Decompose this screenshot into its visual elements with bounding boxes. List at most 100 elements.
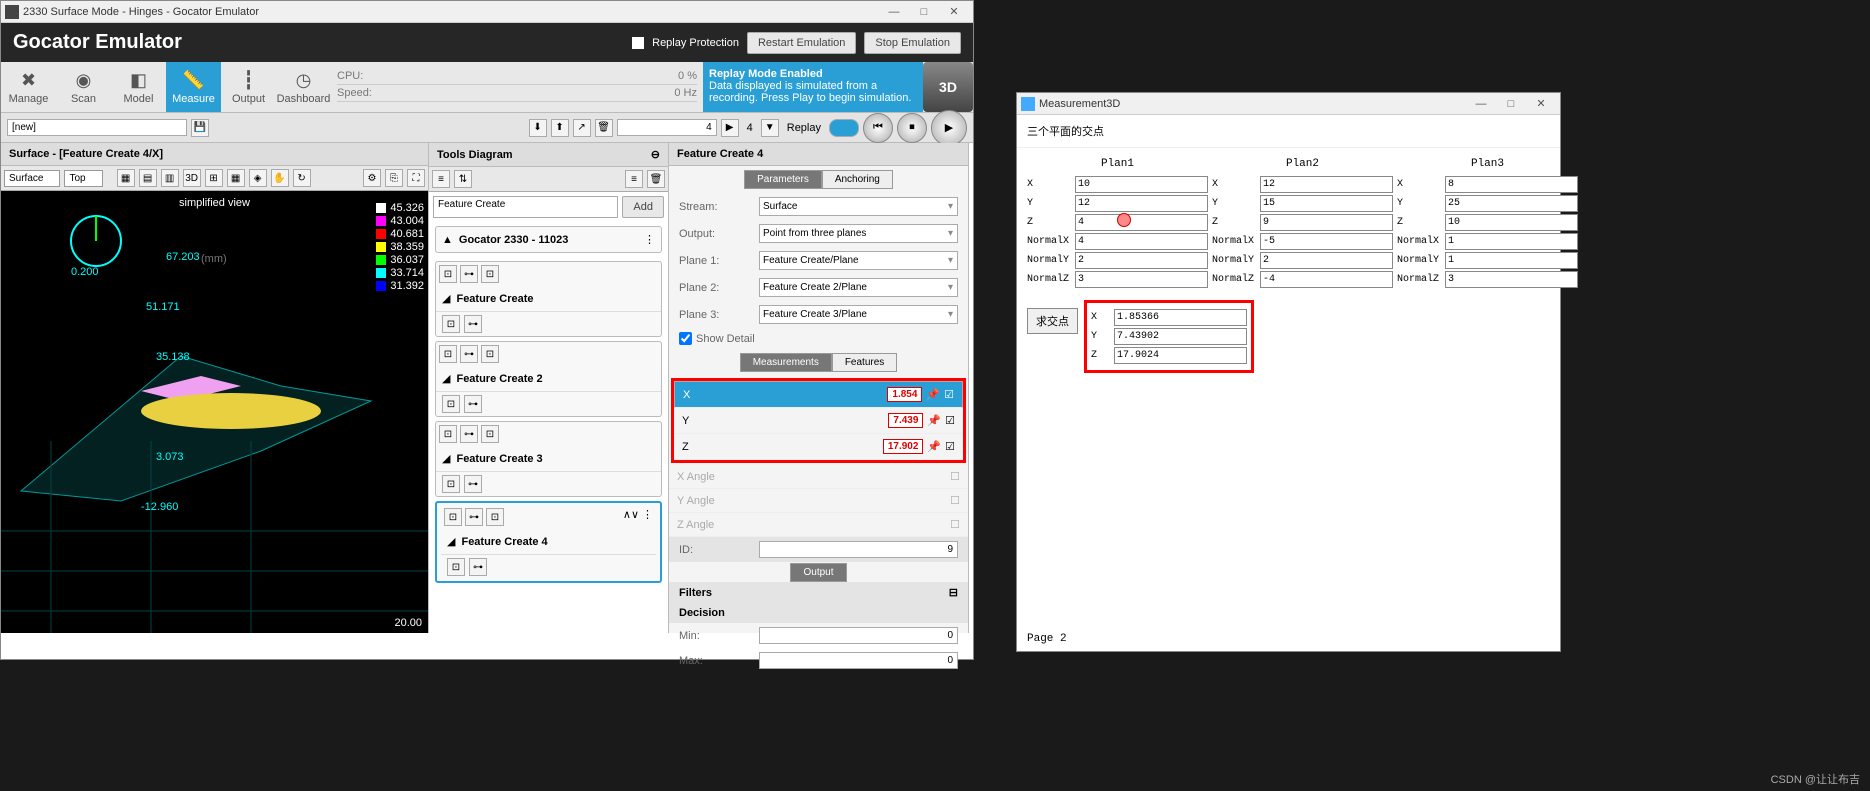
plan-input[interactable] (1445, 214, 1578, 231)
plane2-select[interactable]: Feature Create 2/Plane (759, 278, 958, 297)
calculate-button[interactable]: 求交点 (1027, 308, 1078, 334)
job-selector[interactable]: [new] (7, 119, 187, 136)
stop-emulation-button[interactable]: Stop Emulation (864, 32, 961, 54)
hand-icon[interactable]: ✋ (271, 169, 289, 187)
menu-icon[interactable]: ⋮ (644, 233, 655, 246)
measurement-y[interactable]: Y7.439📌☑ (674, 408, 963, 434)
list-icon[interactable]: ≡ (432, 170, 450, 188)
output-select[interactable]: Point from three planes (759, 224, 958, 243)
link-icon[interactable]: ⊶ (460, 265, 478, 283)
tab-model[interactable]: ◧Model (111, 62, 166, 112)
minimize-icon[interactable]: — (1466, 94, 1496, 114)
show-detail-checkbox[interactable] (679, 332, 692, 345)
play-button[interactable]: ▶ (931, 110, 967, 146)
maximize-icon[interactable]: □ (909, 2, 939, 22)
measurement-yangle[interactable]: Y Angle☐ (669, 489, 968, 513)
view-icon[interactable]: ▥ (161, 169, 179, 187)
close-icon[interactable]: ✕ (1526, 94, 1556, 114)
sub-icon[interactable]: ⊶ (464, 395, 482, 413)
view-icon[interactable]: ▤ (139, 169, 157, 187)
sub-icon[interactable]: ⊡ (442, 315, 460, 333)
in-icon[interactable]: ⊡ (439, 345, 457, 363)
delete-icon[interactable]: 🗑 (595, 119, 613, 137)
check-icon[interactable]: ☐ (950, 494, 960, 507)
plan-input[interactable] (1445, 176, 1578, 193)
measurement-x[interactable]: X1.854📌☑ (674, 381, 963, 408)
plan-input[interactable] (1445, 252, 1578, 269)
out-icon[interactable]: ⊡ (481, 425, 499, 443)
plane3-select[interactable]: Feature Create 3/Plane (759, 305, 958, 324)
close-icon[interactable]: ✕ (939, 2, 969, 22)
out-icon[interactable]: ⊡ (481, 265, 499, 283)
tab-dashboard[interactable]: ◷Dashboard (276, 62, 331, 112)
add-tool-button[interactable]: Add (622, 196, 664, 218)
plan-input[interactable] (1260, 271, 1393, 288)
tab-output[interactable]: ┇Output (221, 62, 276, 112)
plan-input[interactable] (1260, 214, 1393, 231)
tab-anchoring[interactable]: Anchoring (822, 170, 893, 189)
frame-input[interactable]: 4 (617, 119, 717, 136)
filter-icon[interactable]: ▼ (761, 119, 779, 137)
plan-input[interactable] (1445, 195, 1578, 212)
max-input[interactable] (759, 652, 958, 669)
rotate-icon[interactable]: ↻ (293, 169, 311, 187)
prev-button[interactable]: ⏮ (863, 113, 893, 143)
plan-input[interactable] (1075, 176, 1208, 193)
pin-icon[interactable]: 📌 (927, 414, 941, 427)
expand-icon[interactable]: ⛶ (407, 169, 425, 187)
stop-button[interactable]: ⏹ (897, 113, 927, 143)
out-icon[interactable]: ⊡ (486, 508, 504, 526)
tool-item[interactable]: ⊡⊶⊡∧∨⋮ ◢Feature Create 4 ⊡⊶ (435, 501, 662, 583)
plan-input[interactable] (1445, 271, 1578, 288)
grid-icon[interactable]: ⊞ (205, 169, 223, 187)
in-icon[interactable]: ⊡ (444, 508, 462, 526)
sub-icon[interactable]: ⊶ (464, 315, 482, 333)
filters-icon[interactable]: ⊟ (949, 586, 958, 599)
check-icon[interactable]: ☐ (950, 518, 960, 531)
plan-input[interactable] (1075, 195, 1208, 212)
pin-icon[interactable]: 📌 (927, 440, 941, 453)
tool-type-select[interactable]: Feature Create (433, 196, 618, 218)
id-input[interactable] (759, 541, 958, 558)
view3d-icon[interactable]: 3D (183, 169, 201, 187)
tool-item[interactable]: ⊡⊶⊡ ◢Feature Create 2 ⊡⊶ (435, 341, 662, 417)
in-icon[interactable]: ⊡ (439, 425, 457, 443)
check-icon[interactable]: ☐ (950, 470, 960, 483)
replay-protection-checkbox[interactable]: ✓ (632, 37, 644, 49)
link-icon[interactable]: ⊶ (460, 425, 478, 443)
measurement-xangle[interactable]: X Angle☐ (669, 465, 968, 489)
save-icon[interactable]: 💾 (191, 119, 209, 137)
plan-input[interactable] (1260, 195, 1393, 212)
plan-input[interactable] (1075, 233, 1208, 250)
restart-emulation-button[interactable]: Restart Emulation (747, 32, 856, 54)
pin-icon[interactable]: 📌 (926, 388, 940, 401)
plan-input[interactable] (1260, 233, 1393, 250)
trash-icon[interactable]: 🗑 (647, 170, 665, 188)
plan-input[interactable] (1075, 252, 1208, 269)
in-icon[interactable]: ⊡ (439, 265, 457, 283)
plan-input[interactable] (1260, 252, 1393, 269)
viewer-canvas[interactable]: simplified view 0.200 67.203 (mm) 51.171… (1, 191, 428, 633)
link-icon[interactable]: ⊶ (465, 508, 483, 526)
view-select[interactable]: Top (64, 170, 102, 187)
check-icon[interactable]: ☑ (945, 440, 955, 453)
link-icon[interactable]: ⊶ (460, 345, 478, 363)
plan-input[interactable] (1075, 271, 1208, 288)
sub-icon[interactable]: ⊶ (464, 475, 482, 493)
step-icon[interactable]: ▶ (721, 119, 739, 137)
export-icon[interactable]: ↗ (573, 119, 591, 137)
out-icon[interactable]: ⊡ (481, 345, 499, 363)
sub-icon[interactable]: ⊡ (442, 395, 460, 413)
tab-features[interactable]: Features (832, 353, 897, 372)
tab-measurements[interactable]: Measurements (740, 353, 832, 372)
surface-select[interactable]: Surface (4, 170, 60, 187)
tool-item[interactable]: ⊡⊶⊡ ◢Feature Create ⊡⊶ (435, 261, 662, 337)
minimize-icon[interactable]: — (879, 2, 909, 22)
tool-item[interactable]: ⊡⊶⊡ ◢Feature Create 3 ⊡⊶ (435, 421, 662, 497)
list2-icon[interactable]: ≡ (625, 170, 643, 188)
collapse-icon[interactable]: ⊖ (651, 148, 660, 161)
layers-icon[interactable]: ◈ (249, 169, 267, 187)
check-icon[interactable]: ☑ (944, 388, 954, 401)
upload-icon[interactable]: ⬆ (551, 119, 569, 137)
tab-parameters[interactable]: Parameters (744, 170, 822, 189)
